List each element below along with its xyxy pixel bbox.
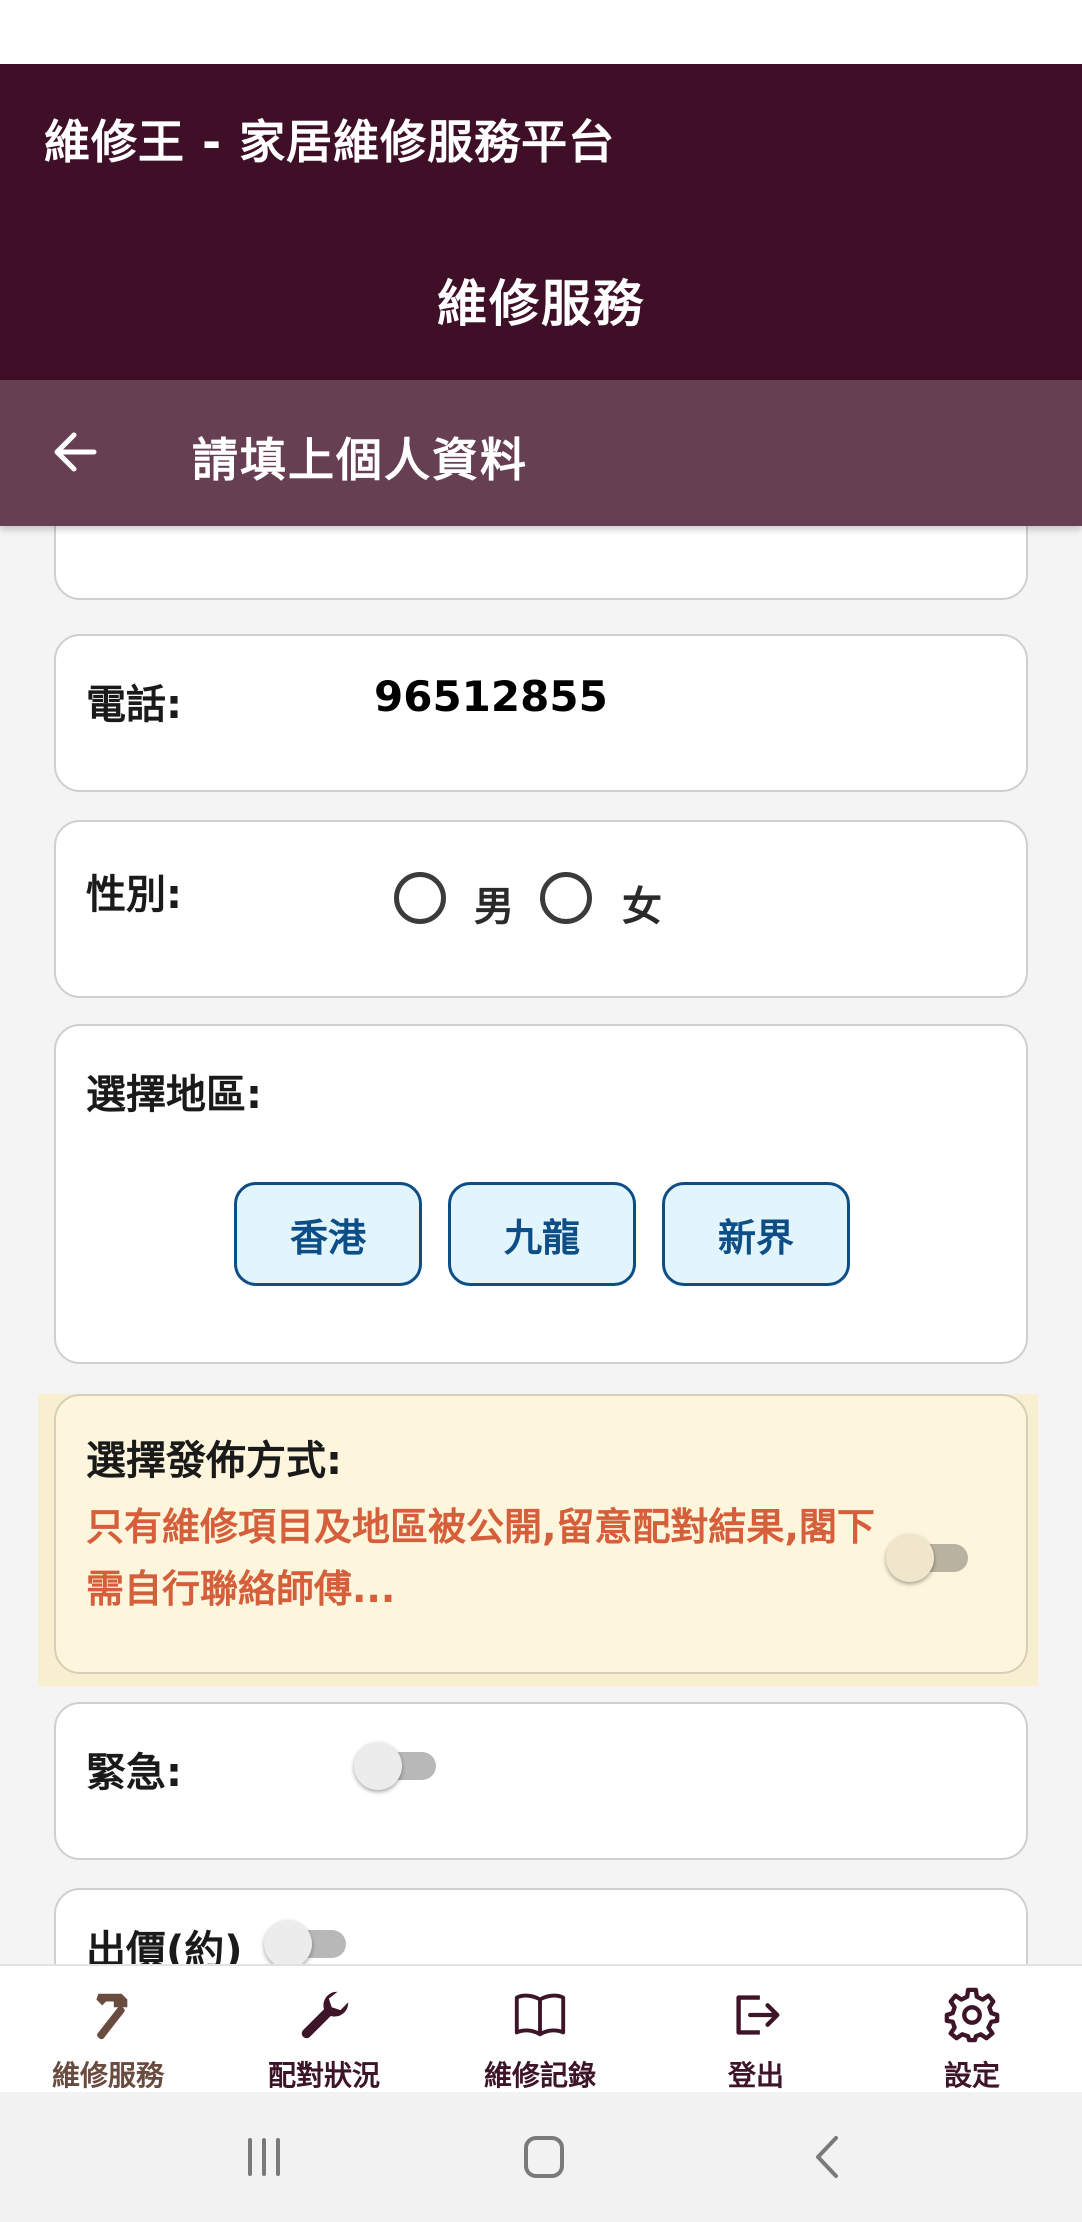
- gear-icon: [944, 1987, 1000, 2043]
- nav-settings[interactable]: 設定: [864, 1966, 1080, 2094]
- phone-label: 電話:: [86, 682, 182, 728]
- system-navigation-bar: [0, 2092, 1082, 2222]
- gender-female-label: 女: [622, 884, 662, 930]
- nav-logout[interactable]: 登出: [648, 1966, 864, 2094]
- price-card: 出價(約): [54, 1888, 1028, 1964]
- wrench-icon: [301, 1991, 349, 2039]
- form-content[interactable]: 電話: 96512855 性別: 男 女 選擇地區: 香港 九龍 新界 選擇發佈…: [0, 526, 1082, 1964]
- price-label: 出價(約): [86, 1928, 243, 1964]
- gender-card: 性別: 男 女: [54, 820, 1028, 998]
- phone-field[interactable]: 96512855: [374, 672, 608, 721]
- app-header: 維修王 - 家居維修服務平台 維修服務: [0, 64, 1082, 380]
- name-card: [54, 526, 1028, 600]
- nav-repair-service-label: 維修服務: [51, 2059, 164, 2092]
- region-hong-kong-button[interactable]: 香港: [234, 1182, 422, 1286]
- publish-card: 選擇發佈方式: 只有維修項目及地區被公開,留意配對結果,閣下需自行聯絡師傅...: [54, 1394, 1028, 1674]
- book-icon: [514, 1993, 566, 2037]
- nav-settings-label: 設定: [943, 2059, 1000, 2092]
- gender-male-label: 男: [474, 884, 514, 930]
- publish-highlight: 選擇發佈方式: 只有維修項目及地區被公開,留意配對結果,閣下需自行聯絡師傅...: [38, 1394, 1038, 1686]
- home-icon[interactable]: [484, 2092, 604, 2222]
- hammer-icon: [96, 1993, 128, 2040]
- publish-label: 選擇發佈方式:: [86, 1438, 342, 1484]
- gender-female-radio[interactable]: [540, 872, 592, 924]
- back-icon[interactable]: [768, 2092, 888, 2222]
- urgent-label: 緊急:: [86, 1750, 182, 1796]
- urgent-toggle[interactable]: [354, 1742, 438, 1790]
- region-label: 選擇地區:: [86, 1072, 262, 1118]
- publish-description: 只有維修項目及地區被公開,留意配對結果,閣下需自行聯絡師傅...: [86, 1505, 875, 1611]
- region-new-territories-button[interactable]: 新界: [662, 1182, 850, 1286]
- status-bar: [0, 0, 1082, 64]
- phone-card: 電話: 96512855: [54, 634, 1028, 792]
- form-header: 請填上個人資料: [0, 380, 1082, 526]
- nav-repair-records-label: 維修記錄: [483, 2059, 596, 2092]
- price-toggle[interactable]: [264, 1920, 348, 1964]
- arrow-left-icon[interactable]: [46, 422, 106, 482]
- price-toggle-thumb: [264, 1920, 312, 1964]
- logout-icon: [736, 1995, 780, 2035]
- recent-apps-icon[interactable]: [204, 2092, 324, 2222]
- form-title: 請填上個人資料: [192, 433, 528, 487]
- app-title: 維修王 - 家居維修服務平台: [44, 115, 616, 169]
- nav-repair-records[interactable]: 維修記錄: [432, 1966, 648, 2094]
- region-card: 選擇地區: 香港 九龍 新界: [54, 1024, 1028, 1364]
- gender-label: 性別:: [86, 872, 182, 918]
- gender-male-radio[interactable]: [394, 872, 446, 924]
- publish-toggle-thumb: [886, 1534, 934, 1582]
- nav-match-status-label: 配對狀況: [267, 2059, 380, 2092]
- page-title: 維修服務: [437, 275, 645, 333]
- urgent-toggle-thumb: [354, 1742, 402, 1790]
- nav-logout-label: 登出: [727, 2059, 784, 2092]
- region-kowloon-button[interactable]: 九龍: [448, 1182, 636, 1286]
- nav-match-status[interactable]: 配對狀況: [216, 1966, 432, 2094]
- publish-toggle[interactable]: [886, 1534, 970, 1582]
- nav-repair-service[interactable]: 維修服務: [0, 1966, 216, 2094]
- bottom-navigation: 維修服務 配對狀況 維修記錄 登出 設定: [0, 1964, 1082, 2092]
- urgent-card: 緊急:: [54, 1702, 1028, 1860]
